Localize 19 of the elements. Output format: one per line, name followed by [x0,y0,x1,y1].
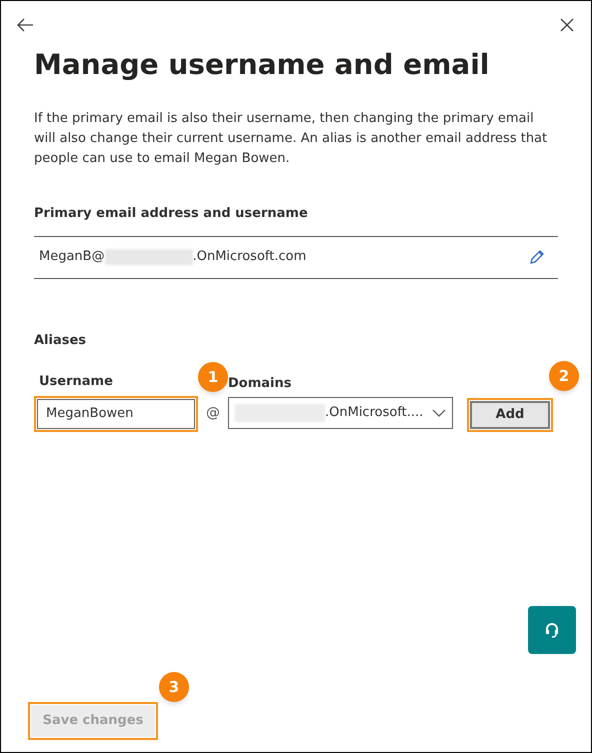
at-sign: @ [206,404,220,422]
step-badge: 3 [159,672,189,702]
section-heading: Aliases [34,332,88,350]
email-text: .OnMicrosoft.com [192,248,306,266]
chevron-down-icon [432,408,446,416]
username-field[interactable]: MeganBowen [37,398,195,428]
headset-icon [545,622,559,638]
step-badge: 1 [198,362,228,392]
step-badge: 2 [549,361,579,391]
field-label: Username [38,373,114,391]
email-text: MeganB@ [39,248,105,266]
panel-title: Manage username and email [34,47,490,83]
pencil-icon[interactable] [528,248,546,266]
section-heading: Primary email address and username [34,205,309,223]
description-text: If the primary email is also their username, then changing the primary email will also change their current username. An alias is another email address that people can use to email Megan Bowen. [34,110,548,168]
field-label: Domains [228,375,292,393]
domains-dropdown[interactable]: .OnMicrosoft.... [228,396,453,428]
support-button[interactable] [528,606,576,654]
add-button[interactable]: Add [470,400,550,428]
